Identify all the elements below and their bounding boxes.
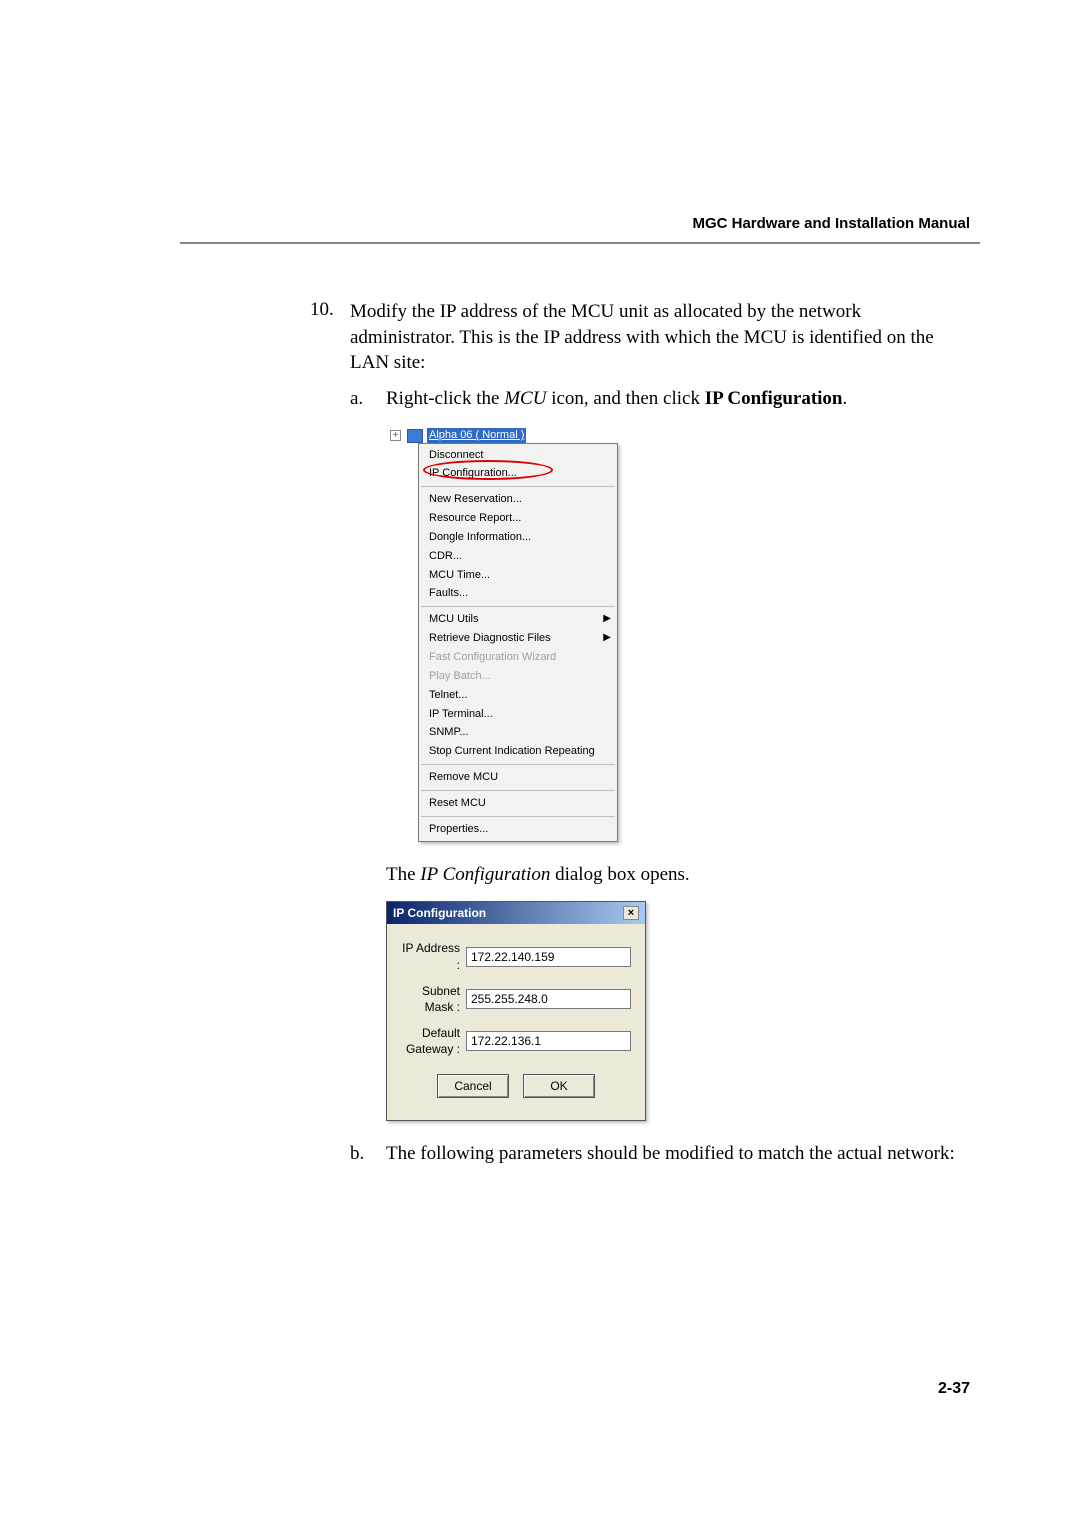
menu-new-reservation[interactable]: New Reservation... — [419, 490, 617, 509]
menu-reset-mcu[interactable]: Reset MCU — [419, 794, 617, 813]
menu-disconnect[interactable]: Disconnect — [419, 446, 617, 465]
menu-divider — [421, 816, 615, 817]
default-gateway-label: Default Gateway : — [401, 1025, 466, 1057]
step-number: 10. — [310, 299, 350, 1178]
cancel-button[interactable]: Cancel — [437, 1074, 509, 1098]
menu-label: MCU Utils — [429, 613, 479, 625]
menu-faults[interactable]: Faults... — [419, 584, 617, 603]
substep-a-mid: icon, and then click — [546, 388, 704, 409]
ip-address-label: IP Address : — [401, 940, 466, 972]
substep-a-text: Right-click the MCU icon, and then click… — [386, 386, 960, 412]
menu-divider — [421, 486, 615, 487]
substep-b-text: The following parameters should be modif… — [386, 1141, 960, 1167]
menu-divider — [421, 764, 615, 765]
substep-a-prefix: Right-click the — [386, 388, 504, 409]
dialog-caption: The IP Configuration dialog box opens. — [386, 862, 960, 888]
ok-button[interactable]: OK — [523, 1074, 595, 1098]
menu-ip-terminal[interactable]: IP Terminal... — [419, 705, 617, 724]
caption-suffix: dialog box opens. — [550, 864, 689, 885]
menu-divider — [421, 606, 615, 607]
menu-telnet[interactable]: Telnet... — [419, 686, 617, 705]
step-10: 10. Modify the IP address of the MCU uni… — [310, 299, 960, 1178]
menu-label: Retrieve Diagnostic Files — [429, 632, 551, 644]
mcu-icon[interactable] — [407, 429, 423, 443]
menu-play-batch: Play Batch... — [419, 667, 617, 686]
subnet-mask-label: Subnet Mask : — [401, 983, 466, 1015]
tree-node[interactable]: + Alpha 06 ( Normal ) — [390, 428, 960, 444]
substep-a-letter: a. — [350, 386, 386, 412]
menu-properties[interactable]: Properties... — [419, 820, 617, 839]
menu-stop-indication[interactable]: Stop Current Indication Repeating — [419, 742, 617, 761]
menu-cdr[interactable]: CDR... — [419, 547, 617, 566]
menu-resource-report[interactable]: Resource Report... — [419, 509, 617, 528]
caption-italic: IP Configuration — [420, 864, 550, 885]
caption-prefix: The — [386, 864, 420, 885]
substep-a-suffix: . — [843, 388, 848, 409]
menu-remove-mcu[interactable]: Remove MCU — [419, 768, 617, 787]
step-text: Modify the IP address of the MCU unit as… — [350, 301, 934, 373]
default-gateway-input[interactable] — [466, 1031, 631, 1051]
menu-dongle-info[interactable]: Dongle Information... — [419, 528, 617, 547]
menu-ip-configuration[interactable]: IP Configuration... — [419, 464, 617, 483]
substep-a-italic: MCU — [504, 388, 546, 409]
menu-mcu-utils[interactable]: MCU Utils ▶ — [419, 610, 617, 629]
header-divider — [180, 242, 980, 244]
menu-fast-config-wizard: Fast Configuration Wizard — [419, 648, 617, 667]
substep-a-bold: IP Configuration — [705, 388, 843, 409]
context-menu: Disconnect IP Configuration... New Reser… — [418, 443, 618, 842]
subnet-mask-input[interactable] — [466, 989, 631, 1009]
page-header-title: MGC Hardware and Installation Manual — [180, 215, 970, 232]
menu-snmp[interactable]: SNMP... — [419, 723, 617, 742]
tree-node-label[interactable]: Alpha 06 ( Normal ) — [427, 428, 526, 443]
tree-expand-icon[interactable]: + — [390, 430, 401, 441]
submenu-arrow-icon: ▶ — [603, 631, 611, 645]
dialog-title-text: IP Configuration — [393, 905, 486, 921]
ip-configuration-dialog: IP Configuration × IP Address : Subnet M… — [386, 901, 646, 1120]
substep-b: b. The following parameters should be mo… — [350, 1141, 960, 1167]
substep-a: a. Right-click the MCU icon, and then cl… — [350, 386, 960, 412]
close-icon[interactable]: × — [623, 906, 639, 920]
menu-retrieve-diag[interactable]: Retrieve Diagnostic Files ▶ — [419, 629, 617, 648]
context-menu-screenshot: + Alpha 06 ( Normal ) Disconnect IP Conf… — [390, 428, 960, 842]
menu-mcu-time[interactable]: MCU Time... — [419, 566, 617, 585]
ip-address-input[interactable] — [466, 947, 631, 967]
substep-b-letter: b. — [350, 1141, 386, 1167]
submenu-arrow-icon: ▶ — [603, 612, 611, 626]
dialog-title-bar: IP Configuration × — [387, 902, 645, 924]
menu-divider — [421, 790, 615, 791]
page-number: 2-37 — [938, 1380, 970, 1398]
